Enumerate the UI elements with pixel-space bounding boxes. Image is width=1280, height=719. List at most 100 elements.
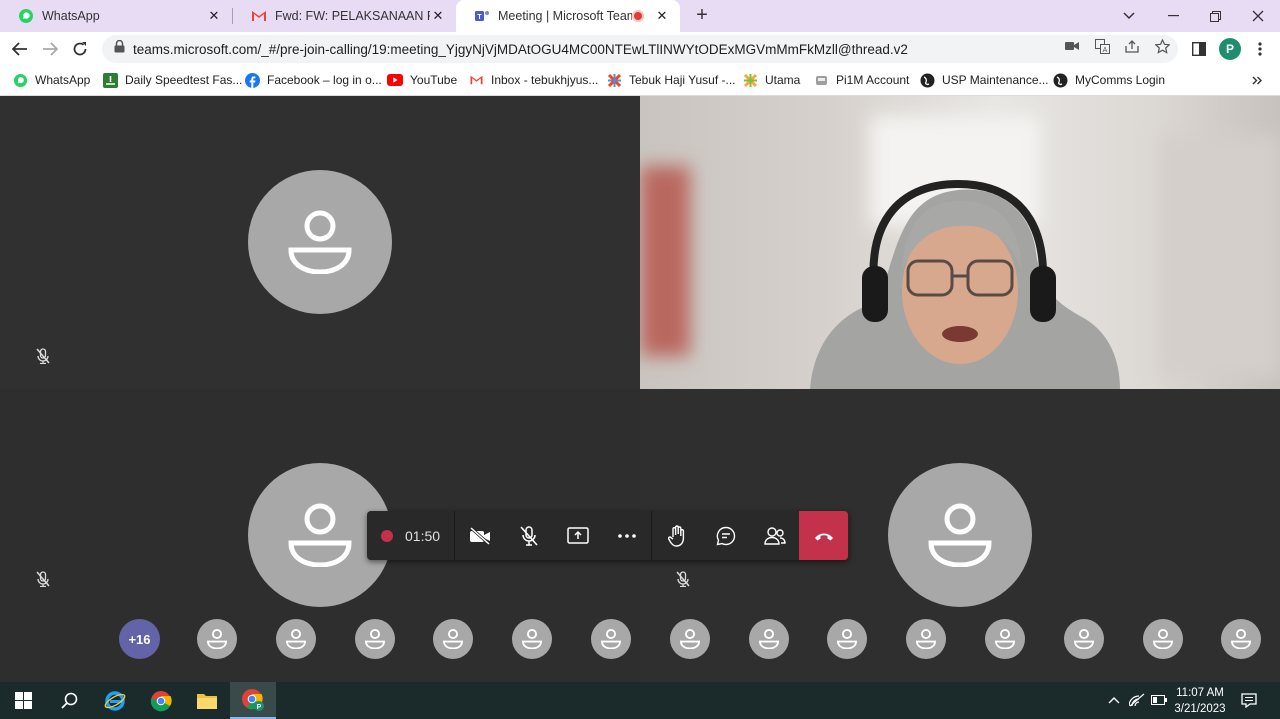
participant-strip-avatar[interactable] (906, 619, 946, 659)
bookmark-youtube[interactable]: YouTube (387, 66, 457, 94)
globe-icon (919, 72, 935, 88)
lock-icon[interactable] (114, 39, 125, 58)
bookmark-pi1m-account[interactable]: Pi1M Account (813, 66, 909, 94)
mic-off-icon (675, 571, 691, 588)
close-icon[interactable]: ✕ (430, 8, 446, 24)
network-icon[interactable] (1129, 692, 1145, 708)
profile-avatar[interactable]: P (1219, 38, 1241, 60)
bookmark-star-icon[interactable] (1154, 38, 1170, 54)
tab-whatsapp[interactable]: WhatsApp ✕ (0, 0, 232, 32)
bookmark-inbox[interactable]: Inbox - tebukhjyus... (468, 66, 598, 94)
translate-icon[interactable]: A (1094, 38, 1110, 54)
url-text[interactable]: teams.microsoft.com/_#/pre-join-calling/… (133, 42, 908, 57)
bookmark-tebuk-haji-yusuf[interactable]: Tebuk Haji Yusuf -... (606, 66, 736, 94)
tab-gmail[interactable]: Fwd: FW: PELAKSANAAN PROGR ✕ (233, 0, 456, 32)
chrome-icon[interactable] (138, 682, 184, 719)
participant-strip-avatar[interactable] (1143, 619, 1183, 659)
camera-toggle-button[interactable] (455, 511, 504, 560)
person-icon (601, 629, 621, 649)
bookmark-label: Facebook – log in o... (267, 73, 382, 87)
mic-toggle-button[interactable] (504, 511, 553, 560)
address-bar[interactable]: teams.microsoft.com/_#/pre-join-calling/… (102, 35, 1178, 63)
notifications-icon[interactable] (1241, 692, 1257, 708)
participant-strip-avatar[interactable] (1221, 619, 1261, 659)
more-dots-icon (617, 533, 636, 538)
new-tab-button[interactable]: + (690, 4, 714, 28)
participant-video-tile[interactable] (640, 96, 1280, 389)
overflow-participants-button[interactable]: +16 (119, 619, 160, 659)
close-window-icon[interactable] (1236, 0, 1280, 32)
system-clock[interactable]: 11:07 AM 3/21/2023 (1168, 685, 1232, 717)
participant-strip-avatar[interactable] (276, 619, 316, 659)
meeting-stage (0, 96, 1280, 682)
leave-call-button[interactable] (799, 511, 849, 560)
close-icon[interactable]: ✕ (654, 8, 670, 24)
clock-time: 11:07 AM (1176, 687, 1224, 699)
tab-title: Fwd: FW: PELAKSANAAN PROGR (275, 9, 430, 23)
person-icon (995, 629, 1015, 649)
side-panel-icon[interactable] (1191, 41, 1207, 57)
menu-kebab-icon[interactable] (1252, 41, 1268, 57)
tab-search-chevron-down-icon[interactable] (1107, 0, 1151, 32)
teams-icon: T (474, 8, 490, 24)
participant-strip-avatar[interactable] (749, 619, 789, 659)
chrome-profile-icon[interactable]: P (230, 682, 276, 719)
restore-icon[interactable] (1193, 0, 1237, 32)
tab-teams[interactable]: T Meeting | Microsoft Teams ✕ (456, 0, 680, 32)
raise-hand-button[interactable] (652, 511, 701, 560)
share-icon[interactable] (1124, 38, 1140, 54)
minimize-icon[interactable] (1151, 0, 1195, 32)
share-screen-button[interactable] (553, 511, 602, 560)
participants-button[interactable] (750, 511, 799, 560)
close-icon[interactable]: ✕ (206, 8, 222, 24)
bookmarks-overflow-chevron-icon[interactable] (1252, 66, 1262, 94)
camera-off-icon (469, 526, 490, 545)
person-icon (759, 629, 779, 649)
search-icon[interactable] (46, 682, 92, 719)
bookmark-label: Inbox - tebukhjyus... (491, 73, 599, 87)
person-icon (837, 629, 857, 649)
call-controls-bar: 01:50 (367, 511, 849, 560)
participant-strip-avatar[interactable] (827, 619, 867, 659)
back-arrow-icon[interactable] (7, 36, 33, 62)
pi1m-icon (813, 72, 829, 88)
person-icon (207, 629, 227, 649)
participant-tile[interactable] (0, 96, 640, 389)
raise-hand-icon (667, 524, 684, 547)
battery-icon[interactable] (1151, 692, 1167, 708)
bookmark-mycomms-login[interactable]: MyComms Login (1052, 66, 1165, 94)
bookmark-label: Tebuk Haji Yusuf -... (629, 73, 736, 87)
participant-strip-avatar[interactable] (670, 619, 710, 659)
facebook-icon (244, 72, 260, 88)
participant-strip-avatar[interactable] (1064, 619, 1104, 659)
chat-button[interactable] (701, 511, 750, 560)
participant-strip-avatar[interactable] (433, 619, 473, 659)
camera-icon[interactable] (1064, 38, 1080, 54)
file-explorer-icon[interactable] (184, 682, 230, 719)
participant-strip-avatar[interactable] (355, 619, 395, 659)
participant-avatar (248, 170, 392, 314)
internet-explorer-icon[interactable] (92, 682, 138, 719)
bookmark-speedtest[interactable]: Daily Speedtest Fas... (102, 66, 242, 94)
bookmark-utama[interactable]: Utama (742, 66, 800, 94)
more-actions-button[interactable] (602, 511, 651, 560)
tray-chevron-up-icon[interactable] (1106, 692, 1122, 708)
speedtest-icon (102, 72, 118, 88)
mic-off-icon (35, 571, 51, 588)
participant-strip-avatar[interactable] (197, 619, 237, 659)
person-icon (916, 629, 936, 649)
participant-strip-avatar[interactable] (512, 619, 552, 659)
person-icon (288, 210, 352, 274)
participant-strip-avatar[interactable] (591, 619, 631, 659)
tab-title: Meeting | Microsoft Teams (498, 9, 632, 23)
participant-strip-avatar[interactable] (985, 619, 1025, 659)
bookmark-whatsapp[interactable]: WhatsApp (12, 66, 90, 94)
bookmark-usp-maintenance[interactable]: USP Maintenance... (919, 66, 1049, 94)
forward-arrow-icon[interactable] (37, 36, 63, 62)
reload-icon[interactable] (67, 36, 93, 62)
globe-icon (1052, 72, 1068, 88)
bookmark-facebook[interactable]: Facebook – log in o... (244, 66, 382, 94)
start-windows-icon[interactable] (0, 682, 46, 719)
mic-off-icon (519, 525, 538, 546)
youtube-icon (387, 72, 403, 88)
